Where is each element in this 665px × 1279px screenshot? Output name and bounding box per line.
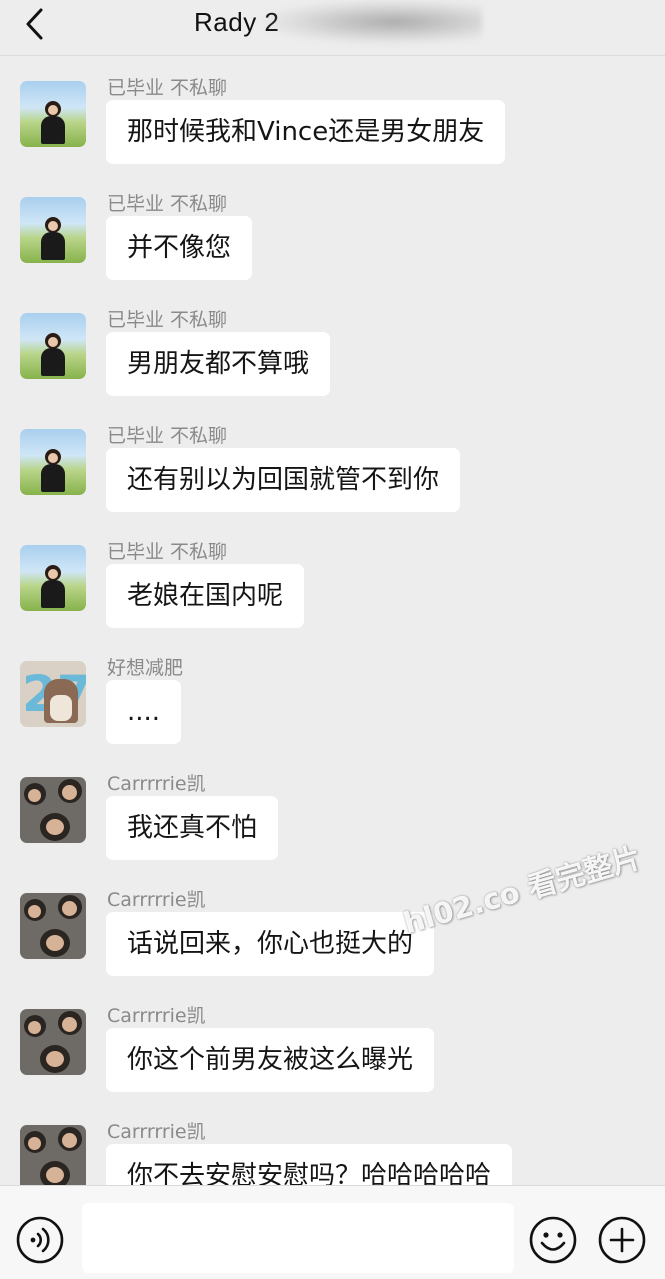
message-bubble[interactable]: 那时候我和Vince还是男女朋友 (106, 100, 506, 164)
emoji-icon (529, 1216, 577, 1264)
redaction-blur (262, 0, 482, 44)
sender-avatar[interactable]: 27 (20, 661, 86, 727)
message-row: Carrrrrie凯 你不去安慰安慰吗？哈哈哈哈哈 (0, 1101, 665, 1185)
sender-name: 已毕业 不私聊 (107, 425, 228, 447)
sender-avatar[interactable] (20, 893, 86, 959)
message-bubble[interactable]: 老娘在国内呢 (106, 564, 305, 628)
message-row: Carrrrrie凯 你这个前男友被这么曝光 (0, 985, 665, 1101)
message-row: 已毕业 不私聊 那时候我和Vince还是男女朋友 (0, 57, 665, 173)
sender-name: Carrrrrie凯 (107, 773, 206, 795)
sender-name: Carrrrrie凯 (107, 1121, 206, 1143)
voice-icon (16, 1216, 64, 1264)
sender-name: Carrrrrie凯 (107, 1005, 206, 1027)
sender-name: 已毕业 不私聊 (107, 77, 228, 99)
sender-avatar[interactable] (20, 313, 86, 379)
emoji-button[interactable] (529, 1216, 577, 1264)
message-bubble[interactable]: 你不去安慰安慰吗？哈哈哈哈哈 (106, 1144, 513, 1185)
sender-name: 已毕业 不私聊 (107, 193, 228, 215)
chevron-left-icon (26, 8, 43, 40)
message-row: 27 好想减肥 .... (0, 637, 665, 753)
message-bubble[interactable]: 并不像您 (106, 216, 253, 280)
message-row: 已毕业 不私聊 并不像您 (0, 173, 665, 289)
message-bubble[interactable]: 还有别以为回国就管不到你 (106, 448, 461, 512)
sender-avatar[interactable] (20, 429, 86, 495)
sender-name: 已毕业 不私聊 (107, 541, 228, 563)
message-bubble[interactable]: 我还真不怕 (106, 796, 279, 860)
sender-avatar[interactable] (20, 545, 86, 611)
message-row: Carrrrrie凯 我还真不怕 (0, 753, 665, 869)
chat-header: Rady 2 (0, 0, 665, 56)
sender-avatar[interactable] (20, 81, 86, 147)
message-input[interactable] (82, 1203, 514, 1273)
message-row: 已毕业 不私聊 还有别以为回国就管不到你 (0, 405, 665, 521)
message-list[interactable]: 已毕业 不私聊 那时候我和Vince还是男女朋友 已毕业 不私聊 并不像您 已毕… (0, 57, 665, 1185)
message-bubble[interactable]: .... (106, 680, 182, 744)
sender-name: 已毕业 不私聊 (107, 309, 228, 331)
back-button[interactable] (16, 6, 52, 42)
voice-button[interactable] (16, 1216, 64, 1264)
sender-name: Carrrrrie凯 (107, 889, 206, 911)
message-bubble[interactable]: 男朋友都不算哦 (106, 332, 331, 396)
input-bar (0, 1185, 665, 1279)
sender-avatar[interactable] (20, 1125, 86, 1185)
message-bubble[interactable]: 话说回来，你心也挺大的 (106, 912, 435, 976)
sender-avatar[interactable] (20, 197, 86, 263)
sender-name: 好想减肥 (107, 657, 184, 679)
message-row: 已毕业 不私聊 老娘在国内呢 (0, 521, 665, 637)
plus-icon (598, 1216, 646, 1264)
message-bubble[interactable]: 你这个前男友被这么曝光 (106, 1028, 435, 1092)
more-button[interactable] (598, 1216, 646, 1264)
sender-avatar[interactable] (20, 1009, 86, 1075)
message-row: 已毕业 不私聊 男朋友都不算哦 (0, 289, 665, 405)
sender-avatar[interactable] (20, 777, 86, 843)
